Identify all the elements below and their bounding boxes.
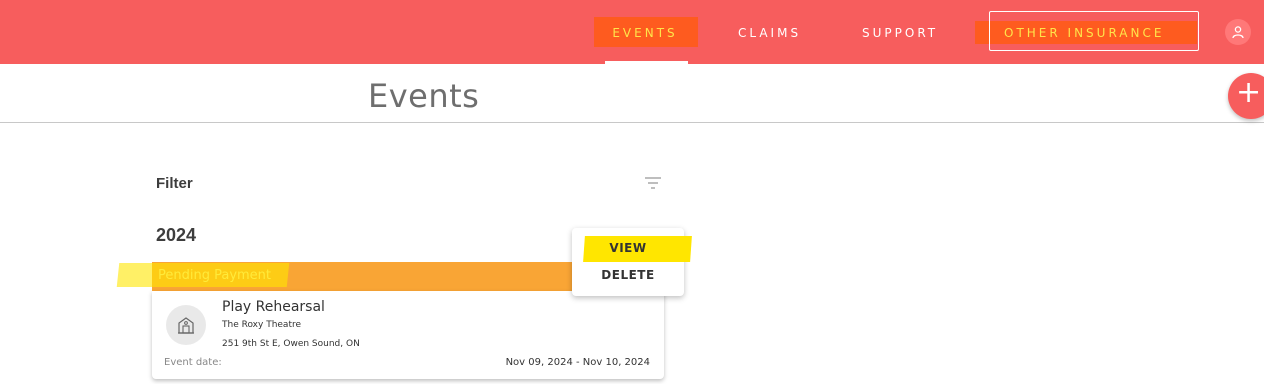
- page-header: Events: [0, 64, 1264, 123]
- filter-icon[interactable]: [644, 176, 662, 190]
- user-icon: [1232, 26, 1244, 39]
- view-menu-item[interactable]: VIEW: [572, 241, 684, 255]
- status-badge: Pending Payment: [158, 268, 272, 283]
- nav-other-insurance[interactable]: OTHER INSURANCE: [1004, 22, 1194, 44]
- venue-building-icon: [178, 317, 194, 334]
- top-navigation-bar: EVENTS CLAIMS SUPPORT OTHER INSURANCE: [0, 0, 1264, 64]
- user-account-button[interactable]: [1225, 19, 1251, 45]
- nav-events[interactable]: EVENTS: [592, 22, 698, 44]
- filter-label: Filter: [156, 175, 193, 192]
- page-title: Events: [368, 77, 480, 115]
- nav-claims[interactable]: CLAIMS: [738, 22, 818, 44]
- event-name: Play Rehearsal: [222, 299, 325, 315]
- nav-events-label: EVENTS: [612, 26, 678, 40]
- event-date-range: Nov 09, 2024 - Nov 10, 2024: [505, 357, 650, 368]
- nav-support[interactable]: SUPPORT: [862, 22, 962, 44]
- delete-menu-item[interactable]: DELETE: [572, 268, 684, 282]
- plus-icon: +: [1236, 75, 1262, 110]
- venue-address: 251 9th St E, Owen Sound, ON: [222, 339, 360, 349]
- event-date-label: Event date:: [164, 357, 222, 368]
- event-card[interactable]: Play Rehearsal The Roxy Theatre 251 9th …: [152, 291, 664, 379]
- venue-name: The Roxy Theatre: [222, 320, 302, 330]
- year-heading: 2024: [156, 225, 197, 245]
- venue-avatar: [166, 305, 206, 345]
